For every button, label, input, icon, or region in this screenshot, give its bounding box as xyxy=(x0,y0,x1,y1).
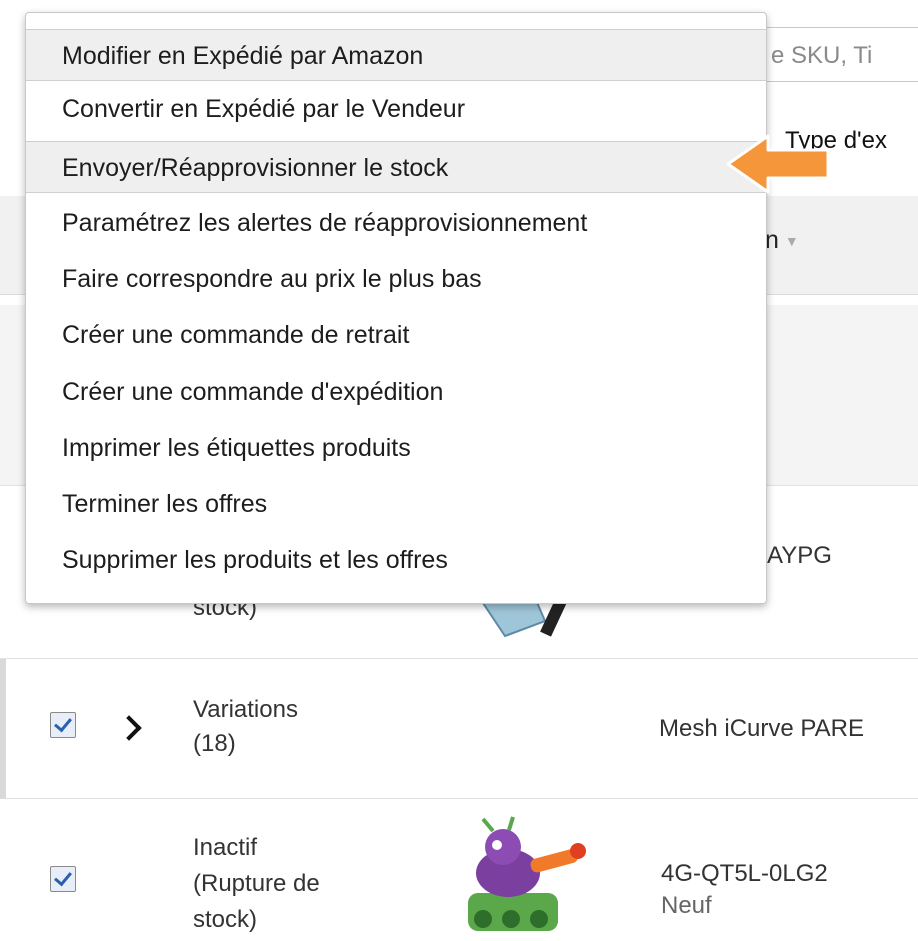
product-image xyxy=(468,816,586,931)
column-header-label: n xyxy=(765,226,779,254)
table-row[interactable]: Variations (18) Mesh iCurve PARE xyxy=(0,659,918,799)
row-status-line1: Variations xyxy=(193,696,298,723)
menu-item-delete-products[interactable]: Supprimer les produits et les offres xyxy=(26,534,766,586)
menu-item-print-labels[interactable]: Imprimer les étiquettes produits xyxy=(26,422,766,474)
row-checkbox[interactable] xyxy=(50,712,76,738)
menu-item-convert-to-fbm[interactable]: Convertir en Expédié par le Vendeur xyxy=(26,83,766,135)
row-status-line3: stock) xyxy=(193,906,258,933)
menu-item-create-fulfillment-order[interactable]: Créer une commande d'expédition xyxy=(26,366,766,418)
menu-item-match-low-price[interactable]: Faire correspondre au prix le plus bas xyxy=(26,253,766,305)
orange-left-arrow-icon xyxy=(726,134,830,194)
row-status-line2: (18) xyxy=(193,730,236,757)
chevron-right-icon[interactable] xyxy=(116,715,142,741)
menu-item-restock-alerts[interactable]: Paramétrez les alertes de réapprovisionn… xyxy=(26,197,766,249)
row-sku: AYPG xyxy=(767,542,832,569)
search-input[interactable]: e SKU, Ti xyxy=(748,27,918,82)
row-sku[interactable]: 4G-QT5L-0LG2 xyxy=(661,858,828,890)
sort-caret-icon: ▼ xyxy=(784,233,799,250)
row-condition: Neuf xyxy=(661,892,712,919)
row-status-line2: (Rupture de xyxy=(193,870,320,897)
bulk-actions-menu: Modifier en Expédié par Amazon Convertir… xyxy=(25,12,767,604)
menu-item-convert-to-fba[interactable]: Modifier en Expédié par Amazon xyxy=(26,29,766,81)
column-header-sortable[interactable]: n ▼ xyxy=(765,226,799,255)
row-checkbox[interactable] xyxy=(50,866,76,892)
menu-item-create-removal-order[interactable]: Créer une commande de retrait xyxy=(26,309,766,361)
menu-item-send-replenish-inventory[interactable]: Envoyer/Réapprovisionner le stock xyxy=(26,141,766,193)
row-product-title[interactable]: Mesh iCurve PARE xyxy=(659,713,864,745)
table-row[interactable]: Inactif (Rupture de stock) 4G-QT5L-0LG2 … xyxy=(0,800,918,941)
row-status-line1: Inactif xyxy=(193,834,258,861)
menu-item-close-listings[interactable]: Terminer les offres xyxy=(26,478,766,530)
